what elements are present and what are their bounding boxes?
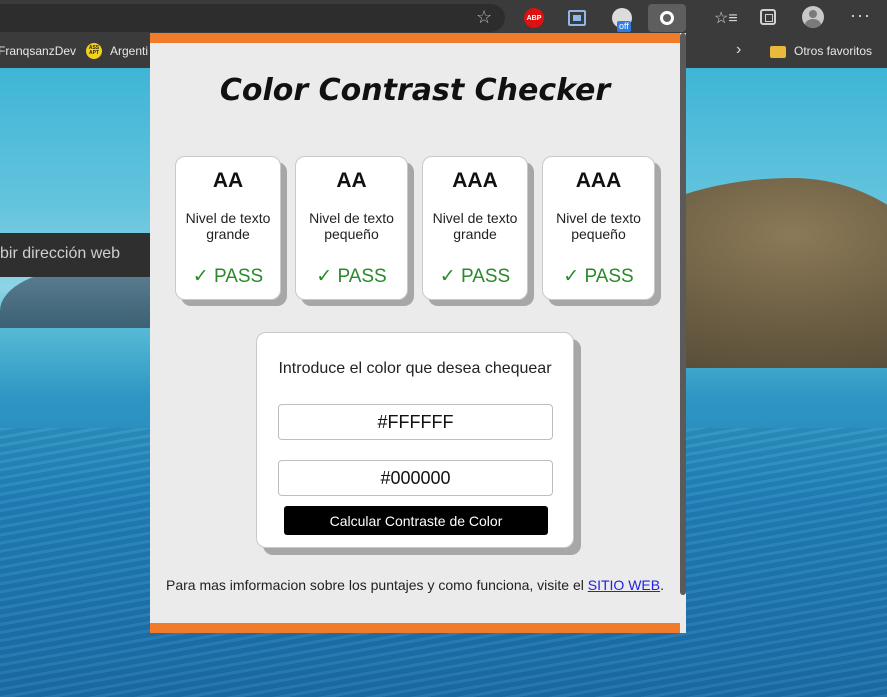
form-prompt: Introduce el color que desea chequear [278, 360, 552, 377]
profile-avatar[interactable] [802, 6, 824, 28]
extension-off-badge: off [617, 21, 631, 32]
popup-title: Color Contrast Checker [219, 73, 611, 108]
search-placeholder: bir dirección web [0, 245, 121, 262]
card-aa-large: AA Nivel de texto grande ✓ PASS [175, 156, 281, 300]
foreground-color-input[interactable] [278, 404, 553, 440]
card-description: Nivel de texto grande [185, 210, 271, 242]
calculate-contrast-button[interactable]: Calcular Contraste de Color [284, 506, 548, 535]
card-result: ✓ PASS [563, 266, 634, 287]
chevron-right-icon[interactable]: › [736, 41, 741, 59]
footer-text: Para mas imformacion sobre los puntajes … [150, 577, 680, 593]
card-aaa-large: AAA Nivel de texto grande ✓ PASS [422, 156, 528, 300]
folder-icon [770, 46, 786, 58]
contrast-extension-button[interactable] [648, 4, 686, 32]
address-bar[interactable] [0, 4, 505, 32]
bookmark-argenti[interactable]: Argenti [110, 44, 148, 58]
footer-text-before: Para mas imformacion sobre los puntajes … [166, 577, 588, 593]
contrast-extension-icon [660, 11, 674, 25]
website-link[interactable]: SITIO WEB [588, 577, 660, 593]
star-icon[interactable]: ☆ [476, 7, 492, 28]
extension-window-icon[interactable] [568, 10, 586, 26]
top-accent-bar [150, 33, 680, 43]
color-form: Introduce el color que desea chequear Ca… [256, 332, 574, 548]
favorites-icon[interactable]: ☆≡ [714, 8, 738, 28]
card-level: AAA [575, 169, 622, 192]
footer-text-after: . [660, 577, 664, 593]
scrollbar[interactable] [680, 33, 686, 595]
card-description: Nivel de texto pequeño [309, 210, 394, 242]
collections-icon[interactable] [760, 9, 776, 25]
search-box[interactable]: bir dirección web [0, 233, 152, 277]
extension-popup: Color Contrast Checker AA Nivel de texto… [150, 33, 686, 633]
card-result: ✓ PASS [439, 266, 511, 287]
background-color-input[interactable] [278, 460, 553, 496]
card-level: AA [336, 169, 367, 192]
card-level: AA [212, 169, 244, 192]
bookmark-franqsanzdev[interactable]: FranqsanzDev [0, 44, 76, 58]
bookmark-otros-favoritos[interactable]: Otros favoritos [794, 44, 872, 58]
bottom-accent-bar [150, 623, 680, 633]
more-menu-icon[interactable]: ··· [850, 5, 871, 26]
browser-toolbar: ☆ ABP off ☆≡ ··· [0, 0, 887, 36]
card-result: ✓ PASS [192, 266, 264, 287]
card-description: Nivel de texto grande [432, 210, 518, 242]
adblock-icon[interactable]: ABP [524, 8, 544, 28]
card-aaa-small: AAA Nivel de texto pequeño ✓ PASS [542, 156, 655, 300]
card-aa-small: AA Nivel de texto pequeño ✓ PASS [295, 156, 408, 300]
card-level: AAA [452, 169, 498, 192]
card-result: ✓ PASS [316, 266, 387, 287]
bookmark-badge-icon: ASS APT [86, 43, 102, 59]
card-description: Nivel de texto pequeño [556, 210, 641, 242]
